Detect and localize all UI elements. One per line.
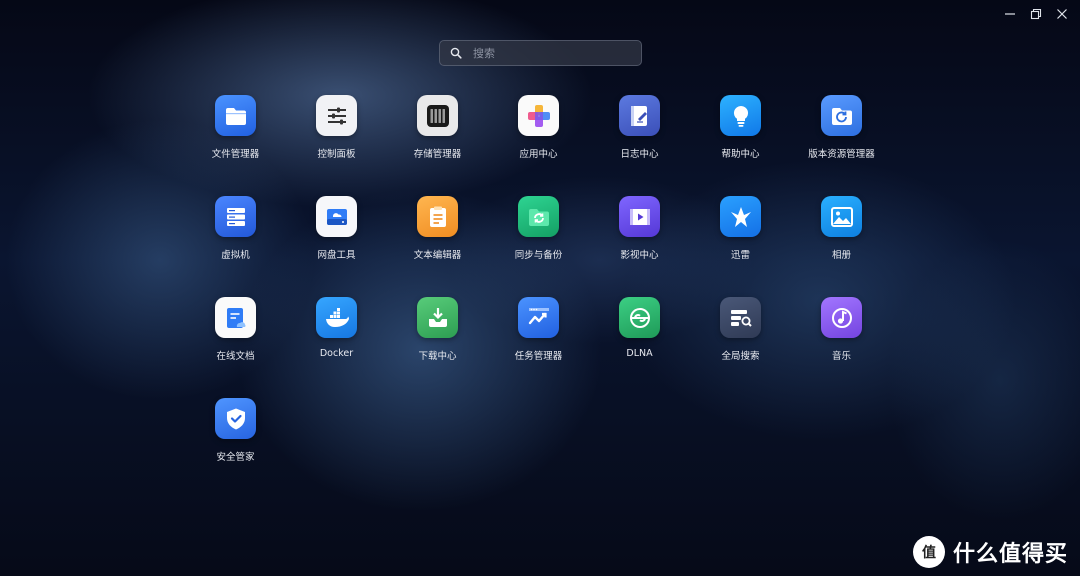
app-label: 帮助中心: [721, 149, 760, 160]
app-storage-manager[interactable]: 存储管理器: [387, 95, 488, 196]
watermark: 值 什么值得买: [912, 536, 1068, 568]
app-help-center[interactable]: 帮助中心: [690, 95, 791, 196]
app-label: 应用中心: [519, 149, 558, 160]
app-docker[interactable]: Docker: [286, 297, 387, 398]
app-label: 版本资源管理器: [808, 149, 875, 160]
dlna-icon: [619, 297, 660, 338]
storage-icon: [417, 95, 458, 136]
app-label: Docker: [319, 348, 354, 359]
app-label: 文件管理器: [211, 149, 260, 160]
folder-icon: [215, 95, 256, 136]
app-global-search[interactable]: 全局搜索: [690, 297, 791, 398]
docker-icon: [316, 297, 357, 338]
app-thunder[interactable]: 迅雷: [690, 196, 791, 297]
app-label: 存储管理器: [413, 149, 462, 160]
search-input[interactable]: [471, 45, 635, 61]
clipboard-icon: [417, 196, 458, 237]
app-label: 相册: [831, 250, 851, 261]
sync-folder-icon: [518, 196, 559, 237]
close-icon[interactable]: [1056, 8, 1068, 20]
app-label: 任务管理器: [514, 351, 563, 362]
app-label: 控制面板: [317, 149, 356, 160]
video-icon: [619, 196, 660, 237]
app-cloud-drive-tool[interactable]: 网盘工具: [286, 196, 387, 297]
app-version-explorer[interactable]: 版本资源管理器: [791, 95, 892, 196]
server-icon: [215, 196, 256, 237]
app-sync-backup[interactable]: 同步与备份: [488, 196, 589, 297]
app-label: 影视中心: [620, 250, 659, 261]
watermark-text: 什么值得买: [952, 542, 1068, 567]
app-label: 网盘工具: [317, 250, 356, 261]
app-label: 虚拟机: [221, 250, 250, 261]
music-icon: [821, 297, 862, 338]
app-task-manager[interactable]: 任务管理器: [488, 297, 589, 398]
lightbulb-icon: [720, 95, 761, 136]
log-icon: [619, 95, 660, 136]
zhi-logo-icon: 值: [912, 536, 945, 568]
app-label: 日志中心: [620, 149, 659, 160]
search-box[interactable]: [439, 40, 642, 66]
app-virtual-machine[interactable]: 虚拟机: [185, 196, 286, 297]
app-download-center[interactable]: 下载中心: [387, 297, 488, 398]
svg-text:值: 值: [922, 544, 936, 561]
app-music[interactable]: 音乐: [791, 297, 892, 398]
task-chart-icon: [518, 297, 559, 338]
app-grid: 文件管理器 控制面板 存储管理器 应用中心 日志中心 帮助中心 版本资源管理器 …: [185, 95, 892, 499]
app-label: 同步与备份: [514, 250, 563, 261]
app-control-panel[interactable]: 控制面板: [286, 95, 387, 196]
online-doc-icon: [215, 297, 256, 338]
app-label: 安全管家: [216, 452, 255, 463]
app-label: 文本编辑器: [413, 250, 462, 261]
search-icon: [450, 44, 462, 63]
app-label: 迅雷: [730, 250, 750, 261]
app-label: DLNA: [626, 348, 653, 359]
app-log-center[interactable]: 日志中心: [589, 95, 690, 196]
app-video-center[interactable]: 影视中心: [589, 196, 690, 297]
download-icon: [417, 297, 458, 338]
app-label: 在线文档: [216, 351, 255, 362]
app-dlna[interactable]: DLNA: [589, 297, 690, 398]
version-folder-icon: [821, 95, 862, 136]
app-security-manager[interactable]: 安全管家: [185, 398, 286, 499]
app-online-docs[interactable]: 在线文档: [185, 297, 286, 398]
window-controls: [1004, 8, 1068, 20]
apps-icon: [518, 95, 559, 136]
app-label: 下载中心: [418, 351, 457, 362]
app-file-manager[interactable]: 文件管理器: [185, 95, 286, 196]
shield-check-icon: [215, 398, 256, 439]
sliders-icon: [316, 95, 357, 136]
global-search-icon: [720, 297, 761, 338]
cloud-drive-icon: [316, 196, 357, 237]
app-app-center[interactable]: 应用中心: [488, 95, 589, 196]
app-photos[interactable]: 相册: [791, 196, 892, 297]
photo-icon: [821, 196, 862, 237]
minimize-icon[interactable]: [1004, 8, 1016, 20]
app-label: 音乐: [831, 351, 851, 362]
app-label: 全局搜索: [721, 351, 760, 362]
thunder-bird-icon: [720, 196, 761, 237]
app-text-editor[interactable]: 文本编辑器: [387, 196, 488, 297]
restore-icon[interactable]: [1030, 8, 1042, 20]
